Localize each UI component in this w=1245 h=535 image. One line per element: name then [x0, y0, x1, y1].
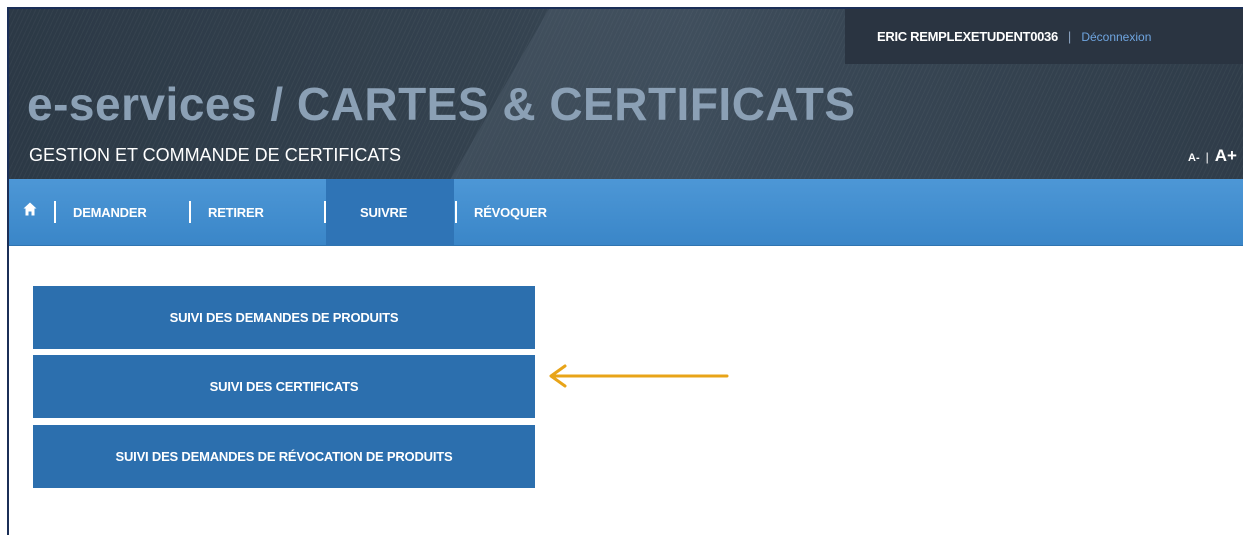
home-icon[interactable] [23, 202, 37, 216]
header: ERIC REMPLEXETUDENT0036 | Déconnexion e-… [9, 9, 1243, 179]
font-size-separator: | [1205, 150, 1209, 164]
nav-separator [189, 201, 191, 223]
user-bar: ERIC REMPLEXETUDENT0036 | Déconnexion [845, 9, 1243, 64]
nav-item-retirer[interactable]: RETIRER [208, 179, 264, 245]
nav-item-revoquer[interactable]: RÉVOQUER [474, 179, 547, 245]
suivi-certificats-button[interactable]: SUIVI DES CERTIFICATS [33, 355, 535, 418]
font-size-controls: A- | A+ [1188, 146, 1237, 166]
app-subtitle: GESTION ET COMMANDE DE CERTIFICATS [29, 145, 402, 165]
suivi-demandes-produits-button[interactable]: SUIVI DES DEMANDES DE PRODUITS [33, 286, 535, 349]
logout-link[interactable]: Déconnexion [1081, 30, 1151, 44]
app-window: ERIC REMPLEXETUDENT0036 | Déconnexion e-… [7, 7, 1243, 535]
main-nav: DEMANDER RETIRER SUIVRE RÉVOQUER [9, 179, 1243, 246]
nav-item-suivre[interactable]: SUIVRE [360, 179, 407, 245]
increase-font-button[interactable]: A+ [1215, 146, 1237, 166]
username: ERIC REMPLEXETUDENT0036 [877, 29, 1058, 44]
nav-item-demander[interactable]: DEMANDER [73, 179, 147, 245]
suivi-revocation-produits-button[interactable]: SUIVI DES DEMANDES DE RÉVOCATION DE PROD… [33, 425, 535, 488]
app-title: e-services / CARTES & CERTIFICATS [27, 78, 856, 130]
decrease-font-button[interactable]: A- [1188, 152, 1200, 164]
user-separator: | [1067, 29, 1072, 44]
annotation-arrow-icon [549, 364, 729, 388]
nav-separator [455, 201, 457, 223]
nav-separator [324, 201, 326, 223]
nav-separator [54, 201, 56, 223]
